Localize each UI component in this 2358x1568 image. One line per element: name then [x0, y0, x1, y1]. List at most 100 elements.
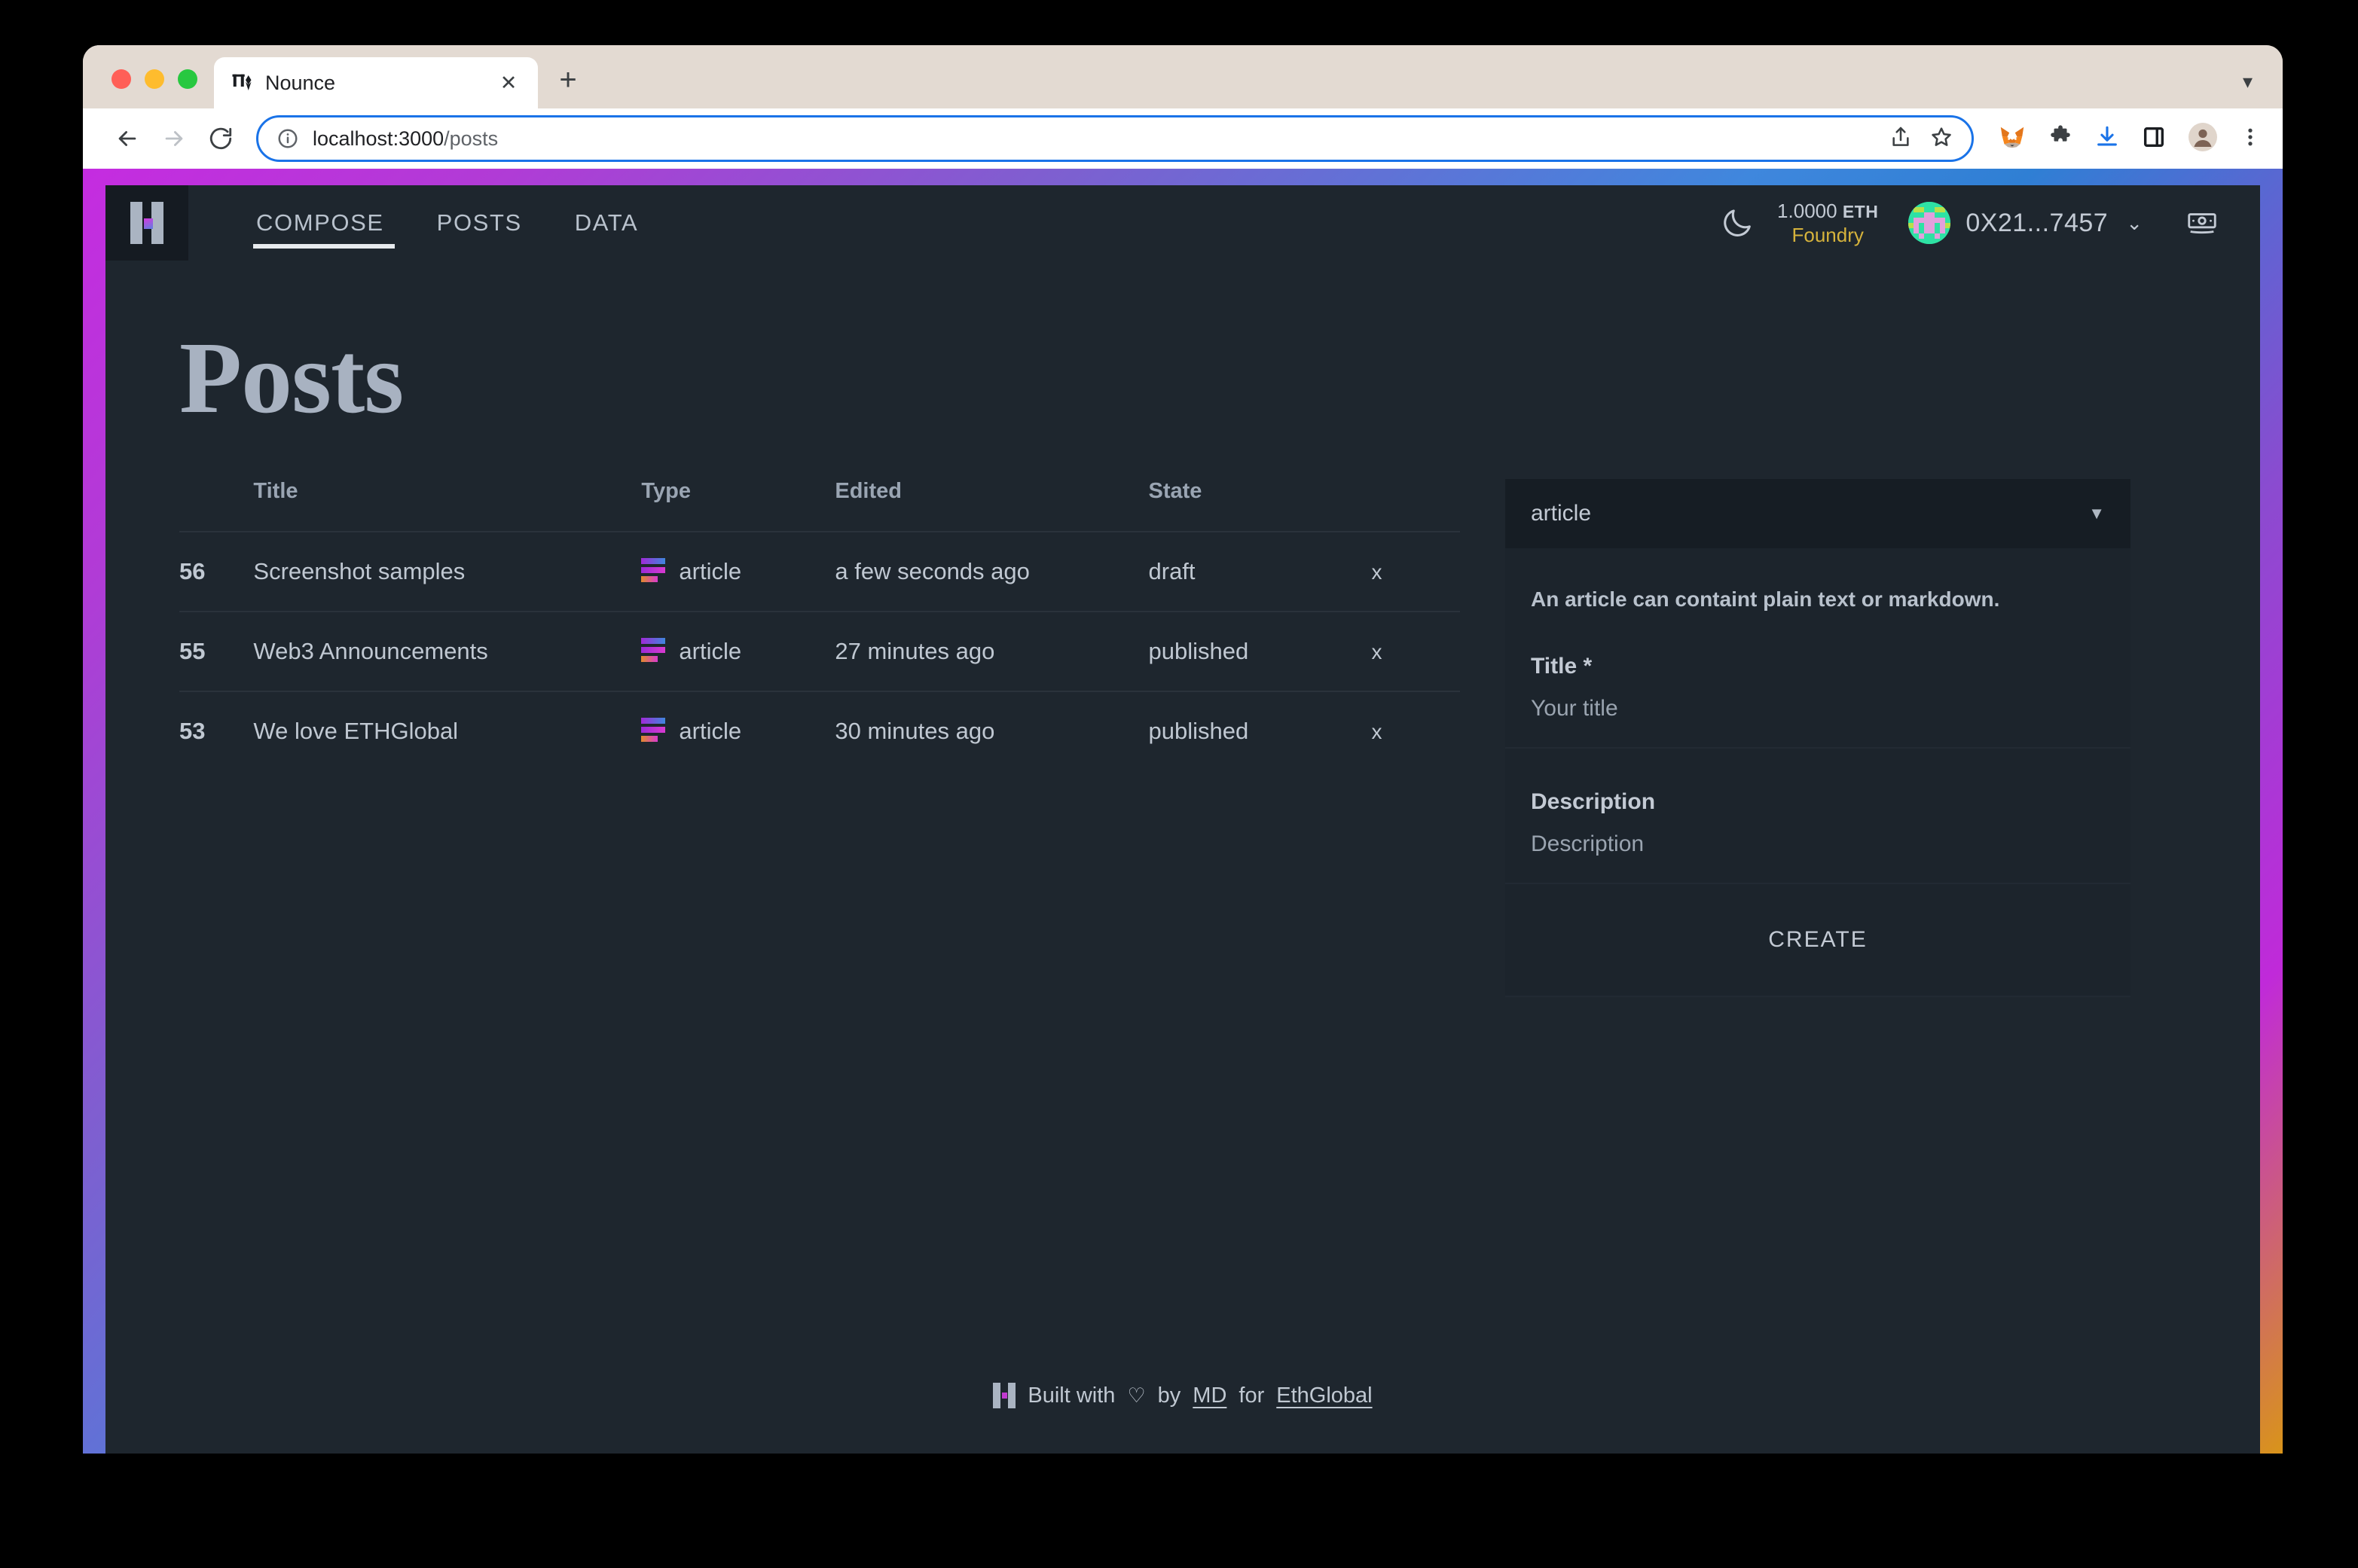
post-type-select[interactable]: article ▼	[1505, 479, 2130, 548]
forward-arrow-icon[interactable]	[151, 115, 197, 162]
info-circle-icon[interactable]	[276, 127, 299, 150]
cell-state: published	[1148, 638, 1249, 664]
browser-extension-icons	[1986, 122, 2262, 156]
caret-down-icon[interactable]: ▼	[2088, 504, 2105, 523]
article-type-icon	[641, 638, 666, 662]
download-icon[interactable]	[2094, 124, 2120, 154]
app-footer: Built with ♡ by MD for EthGlobal	[105, 1383, 2260, 1408]
network-name: Foundry	[1791, 224, 1864, 246]
article-type-icon	[641, 558, 666, 582]
cell-type-label: article	[679, 558, 742, 584]
delete-post-button[interactable]: x	[1371, 691, 1460, 770]
footer-built-with-text: Built with	[1028, 1383, 1116, 1408]
nav-item-compose[interactable]: COMPOSE	[253, 185, 395, 261]
cell-state: draft	[1148, 558, 1196, 584]
cell-state: published	[1148, 718, 1249, 744]
browser-tab[interactable]: Nounce ✕	[214, 57, 538, 108]
column-header-title: Title	[253, 479, 298, 503]
description-field-group: Description Description	[1505, 749, 2130, 884]
nounce-favicon-icon	[232, 74, 252, 90]
cell-title[interactable]: We love ETHGlobal	[253, 691, 641, 770]
footer-org-link[interactable]: EthGlobal	[1276, 1383, 1372, 1408]
header-right-cluster: 1.0000 ETH Foundry 0X21...7457 ⌄	[1697, 199, 2260, 248]
address-bar[interactable]: localhost:3000/posts	[256, 115, 1974, 162]
window-chevron-down-icon[interactable]: ▾	[2243, 70, 2253, 93]
blockie-avatar-icon	[1908, 202, 1951, 244]
new-tab-button[interactable]: +	[551, 65, 585, 95]
close-icon[interactable]: x	[1371, 560, 1382, 584]
cell-type: article	[641, 532, 835, 612]
delete-post-button[interactable]: x	[1371, 612, 1460, 691]
heart-icon: ♡	[1127, 1383, 1146, 1407]
page-title: Posts	[179, 322, 404, 435]
cell-title[interactable]: Web3 Announcements	[253, 612, 641, 691]
cell-id: 53	[179, 718, 206, 744]
maximize-window-button[interactable]	[178, 69, 197, 89]
back-arrow-icon[interactable]	[104, 115, 151, 162]
close-tab-icon[interactable]: ✕	[496, 72, 521, 95]
nav-item-posts[interactable]: POSTS	[437, 185, 522, 261]
create-post-form: article ▼ An article can containt plain …	[1505, 479, 2130, 997]
page-viewport: COMPOSE POSTS DATA 1.0000 ETH Foundry 0X…	[83, 169, 2283, 1454]
cell-title[interactable]: Screenshot samples	[253, 532, 641, 612]
posts-table-body: 56 Screenshot samples article a few seco…	[179, 532, 1460, 770]
account-chevron-down-icon[interactable]: ⌄	[2126, 212, 2143, 235]
footer-for-text: for	[1239, 1383, 1265, 1408]
column-header-edited: Edited	[835, 479, 902, 503]
posts-table: Title Type Edited State 56 Screenshot sa…	[179, 479, 1460, 770]
window-traffic-lights	[83, 69, 197, 108]
moon-icon[interactable]	[1697, 206, 1777, 240]
description-field-label: Description	[1531, 789, 1656, 814]
close-icon[interactable]: x	[1371, 720, 1382, 743]
share-icon[interactable]	[1889, 125, 1913, 153]
cell-type: article	[641, 691, 835, 770]
title-field-label: Title *	[1531, 654, 1593, 679]
bookmark-star-icon[interactable]	[1929, 125, 1953, 153]
cell-edited: a few seconds ago	[835, 558, 1030, 584]
url-path: /posts	[444, 127, 499, 150]
app-logo[interactable]	[105, 185, 188, 261]
column-header-state: State	[1148, 479, 1202, 503]
side-panel-icon[interactable]	[2141, 124, 2167, 154]
table-row[interactable]: 56 Screenshot samples article a few seco…	[179, 532, 1460, 612]
posts-table-head: Title Type Edited State	[179, 479, 1460, 532]
footer-author-link[interactable]: MD	[1193, 1383, 1226, 1408]
balance-amount: 1.0000	[1777, 199, 1837, 222]
footer-logo-icon	[993, 1383, 1016, 1408]
three-dot-menu-icon[interactable]	[2239, 124, 2262, 154]
table-row[interactable]: 53 We love ETHGlobal article 30 minutes …	[179, 691, 1460, 770]
account-address: 0X21...7457	[1966, 208, 2109, 237]
article-type-icon	[641, 718, 666, 742]
browser-tab-strip: Nounce ✕ + ▾	[83, 45, 2283, 108]
puzzle-extensions-icon[interactable]	[2048, 124, 2073, 154]
app-container: COMPOSE POSTS DATA 1.0000 ETH Foundry 0X…	[105, 185, 2260, 1454]
profile-avatar-icon[interactable]	[2188, 122, 2218, 156]
create-button[interactable]: CREATE	[1505, 884, 2130, 997]
balance-unit: ETH	[1842, 201, 1879, 221]
cell-type-label: article	[679, 638, 742, 664]
table-header-row: Title Type Edited State	[179, 479, 1460, 532]
url-host: localhost:3000	[313, 127, 444, 150]
title-field-group: Title * Your title	[1505, 654, 2130, 749]
post-type-hint: An article can containt plain text or ma…	[1505, 548, 2130, 654]
description-input[interactable]: Description	[1531, 831, 2105, 857]
title-input[interactable]: Your title	[1531, 696, 2105, 721]
footer-by-text: by	[1157, 1383, 1181, 1408]
minimize-window-button[interactable]	[145, 69, 164, 89]
reload-icon[interactable]	[197, 115, 244, 162]
account-button[interactable]: 0X21...7457 ⌄	[1908, 202, 2143, 244]
close-icon[interactable]: x	[1371, 640, 1382, 664]
nav-item-data[interactable]: DATA	[575, 185, 638, 261]
close-window-button[interactable]	[111, 69, 131, 89]
app-header: COMPOSE POSTS DATA 1.0000 ETH Foundry 0X…	[105, 185, 2260, 261]
table-row[interactable]: 55 Web3 Announcements article 27 minutes…	[179, 612, 1460, 691]
banknote-icon[interactable]	[2143, 206, 2242, 240]
metamask-fox-icon[interactable]	[1998, 123, 2027, 155]
cell-type-label: article	[679, 718, 742, 744]
app-nav: COMPOSE POSTS DATA	[253, 185, 638, 261]
browser-window: Nounce ✕ + ▾ localhost:3000/posts COMPOS…	[83, 45, 2283, 1454]
page-content: Title Type Edited State 56 Screenshot sa…	[105, 437, 2260, 997]
delete-post-button[interactable]: x	[1371, 532, 1460, 612]
column-header-id	[179, 479, 253, 532]
balance-amount-row: 1.0000 ETH	[1777, 199, 1878, 224]
